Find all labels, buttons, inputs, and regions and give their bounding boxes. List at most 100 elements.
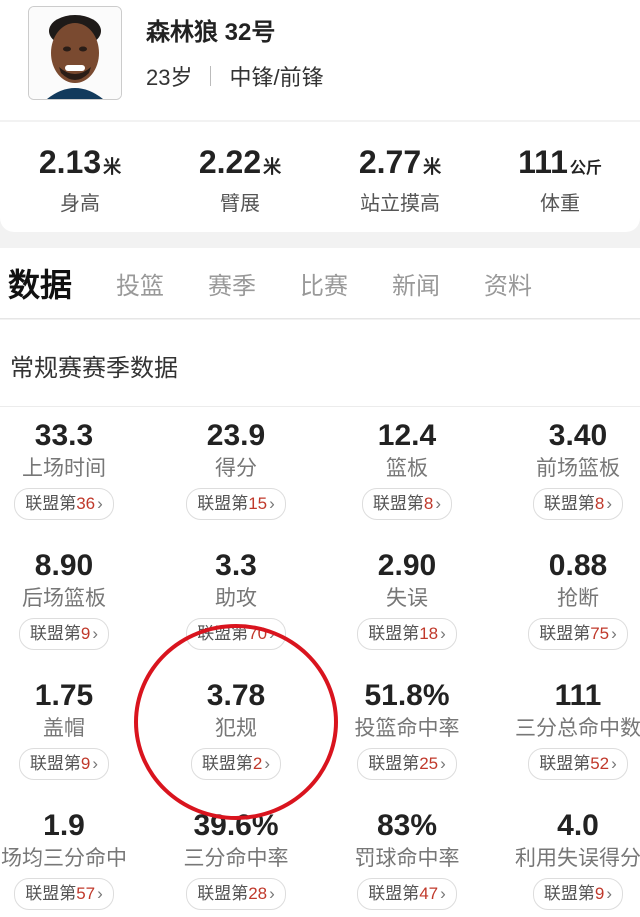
stat-label: 后场篮板 <box>22 587 106 610</box>
stats-panel: 常规赛赛季数据 33.3 上场时间 联盟第36 › 23.9 得分 联盟第15 › 12.4 篮板… <box>0 320 640 917</box>
league-rank-button[interactable]: 联盟第8 › <box>532 488 624 520</box>
rank-prefix: 联盟第 <box>539 754 591 773</box>
league-rank-button[interactable]: 联盟第9 › <box>532 878 624 910</box>
tab-shooting[interactable]: 投篮 <box>116 266 164 301</box>
stat-item: 1.9 场均三分命中 联盟第57 › <box>0 808 150 910</box>
league-rank-button[interactable]: 联盟第15 › <box>186 488 286 520</box>
section-divider <box>0 406 640 407</box>
rank-number: 2 <box>252 754 263 773</box>
stat-item: 1.75 盖帽 联盟第9 › <box>0 678 150 780</box>
stat-item: 12.4 篮板联盟第8 › <box>321 418 493 520</box>
chevron-right-icon: › <box>611 754 617 773</box>
stat-label: 投篮命中率 <box>354 717 460 740</box>
league-rank-button[interactable]: 联盟第2 › <box>190 748 282 780</box>
league-rank-button[interactable]: 联盟第28 › <box>186 878 286 910</box>
stat-value: 3.40 <box>548 419 608 452</box>
chevron-right-icon: › <box>435 494 442 513</box>
measure-unit: 米 <box>423 157 442 177</box>
chevron-right-icon: › <box>606 494 613 513</box>
league-rank-button[interactable]: 联盟第57 › <box>14 878 114 910</box>
stat-value: 4.0 <box>557 809 599 842</box>
measure-unit: 米 <box>103 157 122 177</box>
league-rank-button[interactable]: 联盟第18 › <box>357 618 457 650</box>
league-rank-button[interactable]: 联盟第36 › <box>14 488 114 520</box>
chevron-right-icon: › <box>440 884 446 903</box>
stat-label: 篮板 <box>386 457 428 480</box>
tab-games[interactable]: 比赛 <box>300 266 348 301</box>
rank-number: 9 <box>80 754 91 773</box>
league-rank-button[interactable]: 联盟第8 › <box>361 488 453 520</box>
rank-number: 9 <box>80 624 91 643</box>
measure-value: 2.13 <box>38 144 102 180</box>
chevron-right-icon: › <box>440 754 446 773</box>
meta-divider <box>210 66 212 86</box>
measurements-card: 2.13 米 身高 2.22 米 臂展 2.77 米 站立摸高 111 公斤 体重 <box>0 122 640 232</box>
tab-stats[interactable]: 数据 <box>8 260 72 306</box>
league-rank-button[interactable]: 联盟第25 › <box>357 748 457 780</box>
rank-prefix: 联盟第 <box>197 624 249 643</box>
stat-item: 33.3 上场时间 联盟第36 › <box>0 418 150 520</box>
league-rank-button[interactable]: 联盟第52 › <box>528 748 628 780</box>
rank-number: 18 <box>419 624 439 643</box>
player-avatar[interactable] <box>28 6 122 100</box>
stat-label: 三分总命中数 <box>515 717 640 740</box>
measure-unit: 米 <box>263 157 282 177</box>
league-rank-button[interactable]: 联盟第9 › <box>18 618 110 650</box>
tab-season[interactable]: 赛季 <box>208 266 256 301</box>
rank-number: 36 <box>76 494 96 513</box>
stat-value: 3.78 <box>206 679 266 712</box>
stat-label: 失误 <box>386 587 428 610</box>
section-title: 常规赛赛季数据 <box>10 355 178 382</box>
rank-number: 52 <box>590 754 610 773</box>
league-rank-button[interactable]: 联盟第75 › <box>528 618 628 650</box>
player-meta: 23岁 中锋/前锋 <box>146 60 324 92</box>
stat-value: 1.9 <box>43 809 85 842</box>
stat-label: 罚球命中率 <box>354 847 460 870</box>
rank-prefix: 联盟第 <box>543 494 595 513</box>
stat-value: 12.4 <box>377 419 437 452</box>
stat-item: 51.8% 投篮命中率 联盟第25 › <box>321 678 493 780</box>
stat-label: 前场篮板 <box>536 457 620 480</box>
chevron-right-icon: › <box>269 494 275 513</box>
tab-profile[interactable]: 资料 <box>484 266 532 301</box>
rank-prefix: 联盟第 <box>539 624 591 643</box>
stat-label: 三分命中率 <box>183 847 289 870</box>
measure-label: 身高 <box>60 193 100 215</box>
rank-prefix: 联盟第 <box>25 884 77 903</box>
rank-prefix: 联盟第 <box>543 884 595 903</box>
stat-item: 2.90 失误 联盟第18 › <box>321 548 493 650</box>
rank-number: 47 <box>419 884 439 903</box>
stat-value: 83% <box>376 809 438 842</box>
measure-weight: 111 公斤 体重 <box>480 122 640 232</box>
player-position: 中锋/前锋 <box>229 65 324 90</box>
chevron-right-icon: › <box>440 624 446 643</box>
league-rank-button[interactable]: 联盟第47 › <box>357 878 457 910</box>
chevron-right-icon: › <box>269 624 275 643</box>
rank-prefix: 联盟第 <box>29 754 81 773</box>
tab-news[interactable]: 新闻 <box>392 266 440 301</box>
rank-prefix: 联盟第 <box>372 494 424 513</box>
league-rank-button[interactable]: 联盟第70 › <box>186 618 286 650</box>
stat-item: 83% 罚球命中率联盟第47 › <box>321 808 493 910</box>
rank-prefix: 联盟第 <box>201 754 253 773</box>
stat-label: 利用失误得分 <box>515 847 640 870</box>
measure-value: 111 <box>518 144 568 180</box>
measure-label: 站立摸高 <box>360 193 440 215</box>
player-team-number: 森林狼 32号 <box>146 19 276 46</box>
chevron-right-icon: › <box>97 884 103 903</box>
stat-item: 3.78 犯规 联盟第2 › <box>150 678 322 780</box>
rank-number: 25 <box>419 754 439 773</box>
chevron-right-icon: › <box>264 754 271 773</box>
rank-prefix: 联盟第 <box>368 624 420 643</box>
measure-height: 2.13 米 身高 <box>0 122 160 232</box>
stat-item: 23.9 得分 联盟第15 › <box>150 418 322 520</box>
measure-label: 体重 <box>540 193 580 215</box>
stat-item: 39.6% 三分命中率 联盟第28 › <box>150 808 322 910</box>
rank-number: 8 <box>594 494 605 513</box>
tab-bar: 数据 投篮 赛季 比赛 新闻 资料 <box>0 248 640 319</box>
rank-prefix: 联盟第 <box>29 624 81 643</box>
league-rank-button[interactable]: 联盟第9 › <box>18 748 110 780</box>
rank-prefix: 联盟第 <box>25 494 77 513</box>
rank-number: 57 <box>76 884 96 903</box>
measure-value: 2.22 <box>198 144 262 180</box>
